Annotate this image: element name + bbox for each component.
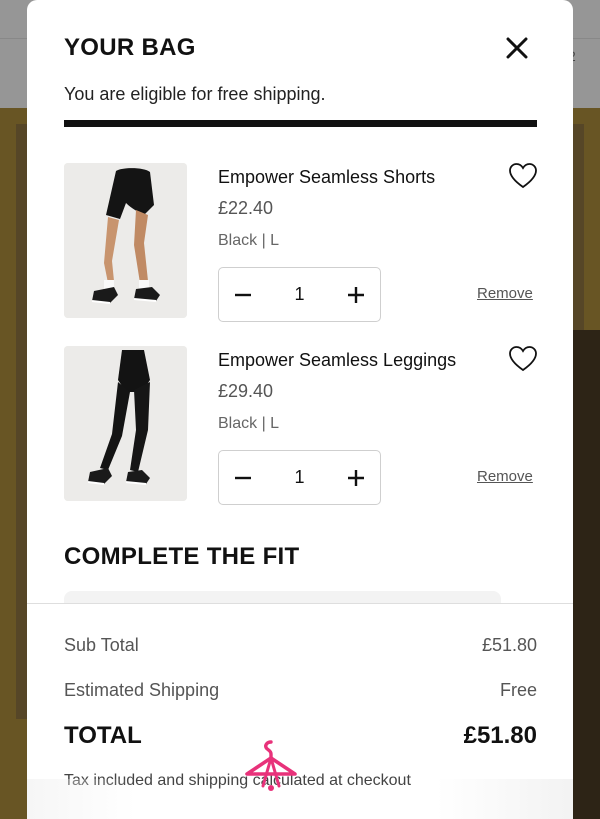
product-image[interactable] [64,163,187,318]
bag-drawer: YOUR BAG You are eligible for free shipp… [27,0,573,819]
subtotal-row: Sub Total £51.80 [64,635,537,656]
product-price: £29.40 [218,381,274,401]
hanger-watermark-icon [243,736,299,792]
product-price: £22.40 [218,198,274,218]
wishlist-button[interactable] [508,345,538,373]
increase-quantity-button[interactable] [332,451,380,504]
subtotal-label: Sub Total [64,635,139,655]
quantity-stepper: 1 [218,450,381,505]
wishlist-button[interactable] [508,162,538,190]
cart-item: Empower Seamless Shorts £22.40 Black | L… [64,163,537,323]
remove-item-link[interactable]: Remove [477,285,533,302]
shipping-row: Estimated Shipping Free [64,680,537,701]
total-row: TOTAL £51.80 [64,722,537,750]
leggings-product-photo [64,346,187,501]
quantity-value: 1 [294,467,305,487]
minus-icon [235,293,251,296]
quantity-stepper: 1 [218,267,381,322]
plus-icon [348,286,364,303]
subtotal-value: £51.80 [481,635,537,655]
order-summary: Sub Total £51.80 Estimated Shipping Free… [27,603,573,819]
decrease-quantity-button[interactable] [219,268,267,321]
free-shipping-progress-bar [64,120,537,127]
remove-item-link[interactable]: Remove [477,468,533,485]
total-label: TOTAL [64,722,142,749]
product-name[interactable]: Empower Seamless Leggings [218,350,456,371]
product-variant: Black | L [218,415,280,432]
product-name[interactable]: Empower Seamless Shorts [218,167,435,188]
total-value: £51.80 [463,722,537,749]
minus-icon [235,476,251,479]
free-shipping-message: You are eligible for free shipping. [64,84,326,104]
hanger-icon [245,740,297,791]
product-variant: Black | L [218,232,280,249]
close-icon [506,37,528,59]
quantity-value: 1 [294,284,305,304]
cart-item: Empower Seamless Leggings £29.40 Black |… [64,346,537,506]
shorts-product-photo [64,163,187,318]
bag-title: YOUR BAG [64,34,196,61]
progress-fill [64,120,537,127]
increase-quantity-button[interactable] [332,268,380,321]
tax-note: Tax included and shipping calculated at … [64,772,411,789]
heart-icon [509,163,537,189]
complete-the-fit-heading: COMPLETE THE FIT [64,543,300,570]
shipping-label: Estimated Shipping [64,680,220,700]
shipping-value: Free [499,680,537,700]
product-image[interactable] [64,346,187,501]
close-button[interactable] [501,32,533,64]
heart-icon [509,346,537,372]
decrease-quantity-button[interactable] [219,451,267,504]
plus-icon [348,469,364,486]
